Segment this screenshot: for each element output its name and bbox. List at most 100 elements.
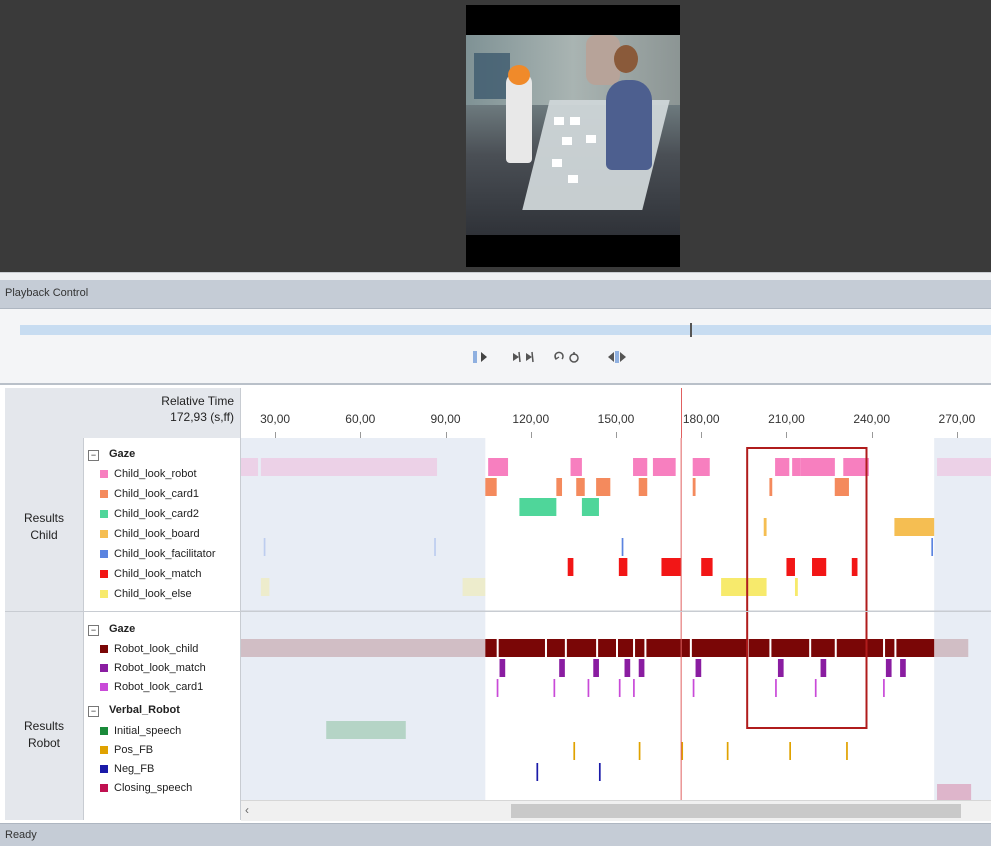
video-player[interactable] [466,5,680,267]
loop-icon[interactable] [552,349,582,367]
horizontal-scrollbar[interactable]: ‹ [241,800,991,821]
legend-swatch [100,664,108,672]
child-look-robot-bar [843,458,869,476]
scroll-left-icon[interactable]: ‹ [245,803,249,817]
child-look-else-bar [794,578,798,596]
legend-item[interactable]: Child_look_card1 [100,485,199,503]
legend-item[interactable]: Initial_speech [100,722,181,740]
child-look-match-bar [618,558,628,576]
legend-item[interactable]: Pos_FB [100,741,153,759]
robot-look-child-bar [241,639,486,657]
robot-look-child-gap [883,639,886,657]
time-ruler[interactable]: 30,00 60,00 90,00 120,00 150,00 180,00 210,00 2… [241,388,991,439]
robot-look-match-bar [593,659,599,677]
playback-control-title: Playback Control [5,287,89,299]
ruler-tick-label: 180,00 [682,412,720,426]
panel-separator [0,383,991,385]
legend-group-header[interactable]: − Gaze [84,445,135,463]
legend-item-label: Child_look_facilitator [114,548,216,560]
ruler-tick-label: 270,00 [938,412,976,426]
legend-swatch [100,645,108,653]
robot-look-child-gap [689,639,692,657]
ruler-tick-label: 210,00 [768,412,805,426]
legend-item[interactable]: Child_look_robot [100,465,197,483]
legend-item-label: Neg_FB [114,763,155,775]
legend-item[interactable]: Child_look_board [100,525,200,543]
pos-fb-bar [638,742,641,760]
robot-look-match-bar [695,659,702,677]
neg-fb-bar [536,763,539,781]
inactive-region [934,438,991,800]
status-text: Ready [5,829,37,841]
robot-look-card1-bar [496,679,499,697]
status-bar: Ready [0,823,991,846]
legend-item[interactable]: Child_look_else [100,585,192,603]
robot-look-card1-bar [883,679,885,697]
timeline-plot[interactable] [241,438,991,800]
closing-speech-bar [937,784,972,800]
ruler-tick-label: 240,00 [853,412,891,426]
child-look-board-bar [763,518,767,536]
legend-item[interactable]: Closing_speech [100,779,192,797]
legend-swatch [100,746,108,754]
child-look-robot-bar [570,458,582,476]
robot-look-child-gap [596,639,599,657]
child-look-robot-bar [792,458,801,476]
child-look-card1-bar [596,478,611,496]
child-look-robot-bar [633,458,648,476]
child-look-robot-bar [488,458,509,476]
child-look-match-bar [661,558,682,576]
step-frame-icon[interactable] [510,349,538,367]
child-look-robot-bar [937,458,991,476]
legend-swatch [100,550,108,558]
legend-item[interactable]: Child_look_card2 [100,505,199,523]
child-look-match-bar [567,558,574,576]
playback-progress-track[interactable] [20,325,991,335]
robot-look-child-gap [544,639,547,657]
playback-progress-thumb[interactable] [689,323,692,337]
scroll-thumb[interactable] [511,804,961,818]
pos-fb-bar [573,742,576,760]
robot-look-child-gap [496,639,499,657]
group-separator [5,611,991,612]
legend-swatch [100,470,108,478]
legend-item[interactable]: Child_look_match [100,565,201,583]
legend-item[interactable]: Robot_look_match [100,659,206,677]
child-look-else-bar [721,578,767,596]
legend-item[interactable]: Robot_look_child [100,640,198,658]
collapse-toggle-icon[interactable]: − [88,450,99,461]
robot-look-card1-bar [618,679,621,697]
legend-item[interactable]: Robot_look_card1 [100,678,203,696]
play-icon[interactable] [472,349,490,367]
pos-fb-bar [846,742,848,760]
group-results-robot: Results Robot [5,718,83,752]
group-label-line: Child [30,528,58,542]
legend-item[interactable]: Child_look_facilitator [100,545,216,563]
pos-fb-bar [726,742,729,760]
legend-group-header[interactable]: − Gaze [84,620,135,638]
robot-look-match-bar [624,659,631,677]
legend-item[interactable]: Neg_FB [100,760,154,778]
video-panel [0,0,991,272]
legend-item-label: Child_look_card1 [114,488,199,500]
collapse-toggle-icon[interactable]: − [88,706,99,717]
collapse-toggle-icon[interactable]: − [88,625,99,636]
jump-icon[interactable] [604,349,630,367]
legend-item-label: Child_look_board [114,528,200,540]
child-look-card1-bar [576,478,585,496]
robot-look-card1-bar [814,679,817,697]
child-look-robot-bar [800,458,835,476]
legend-swatch [100,784,108,792]
legend-group-header[interactable]: − Verbal_Robot [84,701,180,719]
robot-look-card1-bar [553,679,556,697]
legend-swatch [100,530,108,538]
robot-look-child-gap [633,639,636,657]
child-look-robot-bar [260,458,438,476]
child-look-facilitator-bar [263,538,266,556]
legend-item-label: Child_look_match [114,568,202,580]
child-look-match-bar [851,558,858,576]
ruler-tick-label: 150,00 [597,412,635,426]
legend-swatch [100,490,108,498]
legend-swatch [100,727,108,735]
child-look-robot-bar [241,458,259,476]
